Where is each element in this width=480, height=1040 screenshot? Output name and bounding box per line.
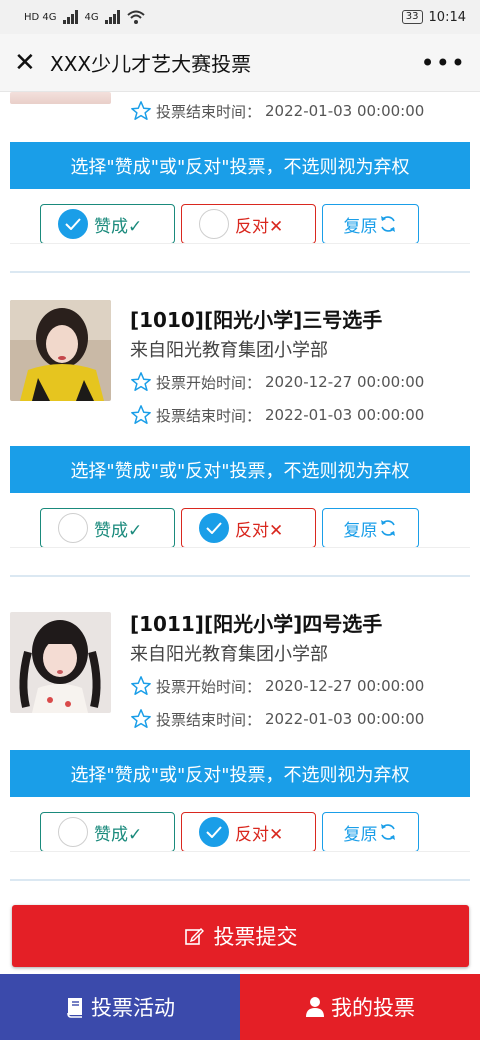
contestant-photo — [10, 300, 111, 401]
approve-label: 赞成✓ — [94, 216, 143, 237]
divider — [10, 243, 470, 244]
clock: 10:14 — [428, 9, 466, 25]
network-indicators: HD 4G 4G — [24, 10, 145, 24]
portrait-image — [10, 300, 111, 401]
status-bar: HD 4G 4G 33 10:14 — [0, 0, 480, 34]
end-time-row: 投票结束时间： 2022-01-03 00:00:00 — [130, 404, 424, 426]
contestant-title: [1010][阳光小学]三号选手 — [130, 308, 383, 332]
refresh-icon — [380, 520, 395, 536]
nav-vote-activities-label: 投票活动 — [91, 996, 175, 1020]
reset-button[interactable]: 复原 — [322, 204, 419, 244]
contestant-title: [1011][阳光小学]四号选手 — [130, 612, 383, 636]
close-icon[interactable]: ✕ — [14, 48, 50, 78]
nav-my-votes[interactable]: 我的投票 — [240, 974, 480, 1040]
submit-vote-button[interactable]: 投票提交 — [12, 905, 469, 967]
contestant-photo — [10, 612, 111, 713]
oppose-radio[interactable] — [199, 209, 229, 239]
edit-icon — [184, 928, 204, 945]
contestant-card: [1011][阳光小学]四号选手 来自阳光教育集团小学部 投票开始时间： 202… — [0, 608, 480, 913]
oppose-radio[interactable] — [199, 817, 229, 847]
end-time-value: 2022-01-03 00:00:00 — [265, 710, 425, 728]
end-time-label: 投票结束时间： — [156, 406, 262, 425]
approve-label: 赞成✓ — [94, 824, 143, 845]
start-time-label: 投票开始时间： — [156, 373, 262, 392]
oppose-button[interactable]: 反对✕ — [181, 508, 316, 548]
star-icon — [131, 101, 151, 120]
nav-vote-activities[interactable]: 投票活动 — [0, 974, 240, 1040]
start-time-value: 2020-12-27 00:00:00 — [265, 677, 425, 695]
vote-instruction-banner: 选择"赞成"或"反对"投票，不选则视为弃权 — [10, 446, 470, 493]
contestant-org: 来自阳光教育集团小学部 — [130, 644, 328, 665]
end-time-row: 投票结束时间： 2022-01-03 00:00:00 — [130, 708, 424, 730]
title-bar: ✕ XXX少儿才艺大赛投票 ••• — [0, 34, 480, 92]
start-time-value: 2020-12-27 00:00:00 — [265, 373, 425, 391]
network-label: HD 4G — [24, 11, 57, 23]
portrait-image — [10, 612, 111, 713]
page-title: XXX少儿才艺大赛投票 — [50, 52, 252, 76]
approve-radio[interactable] — [58, 513, 88, 543]
end-time-label: 投票结束时间： — [156, 102, 262, 121]
star-icon — [131, 405, 151, 424]
contestant-org: 来自阳光教育集团小学部 — [130, 340, 328, 361]
user-icon — [306, 997, 324, 1017]
oppose-button[interactable]: 反对✕ — [181, 204, 316, 244]
approve-button[interactable]: 赞成✓ — [40, 204, 175, 244]
submit-label: 投票提交 — [213, 925, 298, 949]
nav-my-votes-label: 我的投票 — [331, 996, 415, 1020]
reset-button[interactable]: 复原 — [322, 812, 419, 852]
start-time-label: 投票开始时间： — [156, 677, 262, 696]
bottom-nav: 投票活动 我的投票 — [0, 974, 480, 1040]
end-time-value: 2022-01-03 00:00:00 — [265, 406, 425, 424]
contestant-card: 投票结束时间： 2022-01-03 00:00:00 选择"赞成"或"反对"投… — [0, 92, 480, 273]
end-time-label: 投票结束时间： — [156, 710, 262, 729]
more-menu-icon[interactable]: ••• — [421, 49, 466, 77]
card-divider — [10, 271, 470, 273]
oppose-label: 反对✕ — [235, 824, 284, 845]
start-time-row: 投票开始时间： 2020-12-27 00:00:00 — [130, 371, 424, 393]
vote-instruction-banner: 选择"赞成"或"反对"投票，不选则视为弃权 — [10, 750, 470, 797]
star-icon — [131, 709, 151, 728]
contestant-list[interactable]: 投票结束时间： 2022-01-03 00:00:00 选择"赞成"或"反对"投… — [0, 92, 480, 974]
oppose-label: 反对✕ — [235, 216, 284, 237]
approve-button[interactable]: 赞成✓ — [40, 508, 175, 548]
signal-icon — [62, 10, 78, 24]
star-icon — [131, 676, 151, 695]
approve-button[interactable]: 赞成✓ — [40, 812, 175, 852]
divider — [10, 851, 470, 852]
approve-radio[interactable] — [58, 209, 88, 239]
approve-label: 赞成✓ — [94, 520, 143, 541]
start-time-row: 投票开始时间： 2020-12-27 00:00:00 — [130, 675, 424, 697]
book-icon — [67, 998, 82, 1018]
reset-label: 复原 — [343, 216, 378, 237]
contestant-photo — [10, 92, 111, 104]
network-label-2: 4G — [84, 11, 99, 23]
refresh-icon — [380, 824, 395, 840]
oppose-radio[interactable] — [199, 513, 229, 543]
oppose-button[interactable]: 反对✕ — [181, 812, 316, 852]
divider — [10, 547, 470, 548]
approve-radio[interactable] — [58, 817, 88, 847]
end-time-value: 2022-01-03 00:00:00 — [265, 102, 425, 120]
battery-indicator: 33 — [401, 10, 423, 24]
oppose-label: 反对✕ — [235, 520, 284, 541]
contestant-card: [1010][阳光小学]三号选手 来自阳光教育集团小学部 投票开始时间： 202… — [0, 300, 480, 609]
refresh-icon — [380, 216, 395, 232]
end-time-row: 投票结束时间： 2022-01-03 00:00:00 — [130, 100, 424, 122]
card-divider — [10, 879, 470, 881]
reset-label: 复原 — [343, 824, 378, 845]
reset-button[interactable]: 复原 — [322, 508, 419, 548]
vote-instruction-banner: 选择"赞成"或"反对"投票，不选则视为弃权 — [10, 142, 470, 189]
signal-icon — [104, 10, 120, 24]
reset-label: 复原 — [343, 520, 378, 541]
wifi-icon — [126, 10, 145, 24]
star-icon — [131, 372, 151, 391]
card-divider — [10, 575, 470, 577]
